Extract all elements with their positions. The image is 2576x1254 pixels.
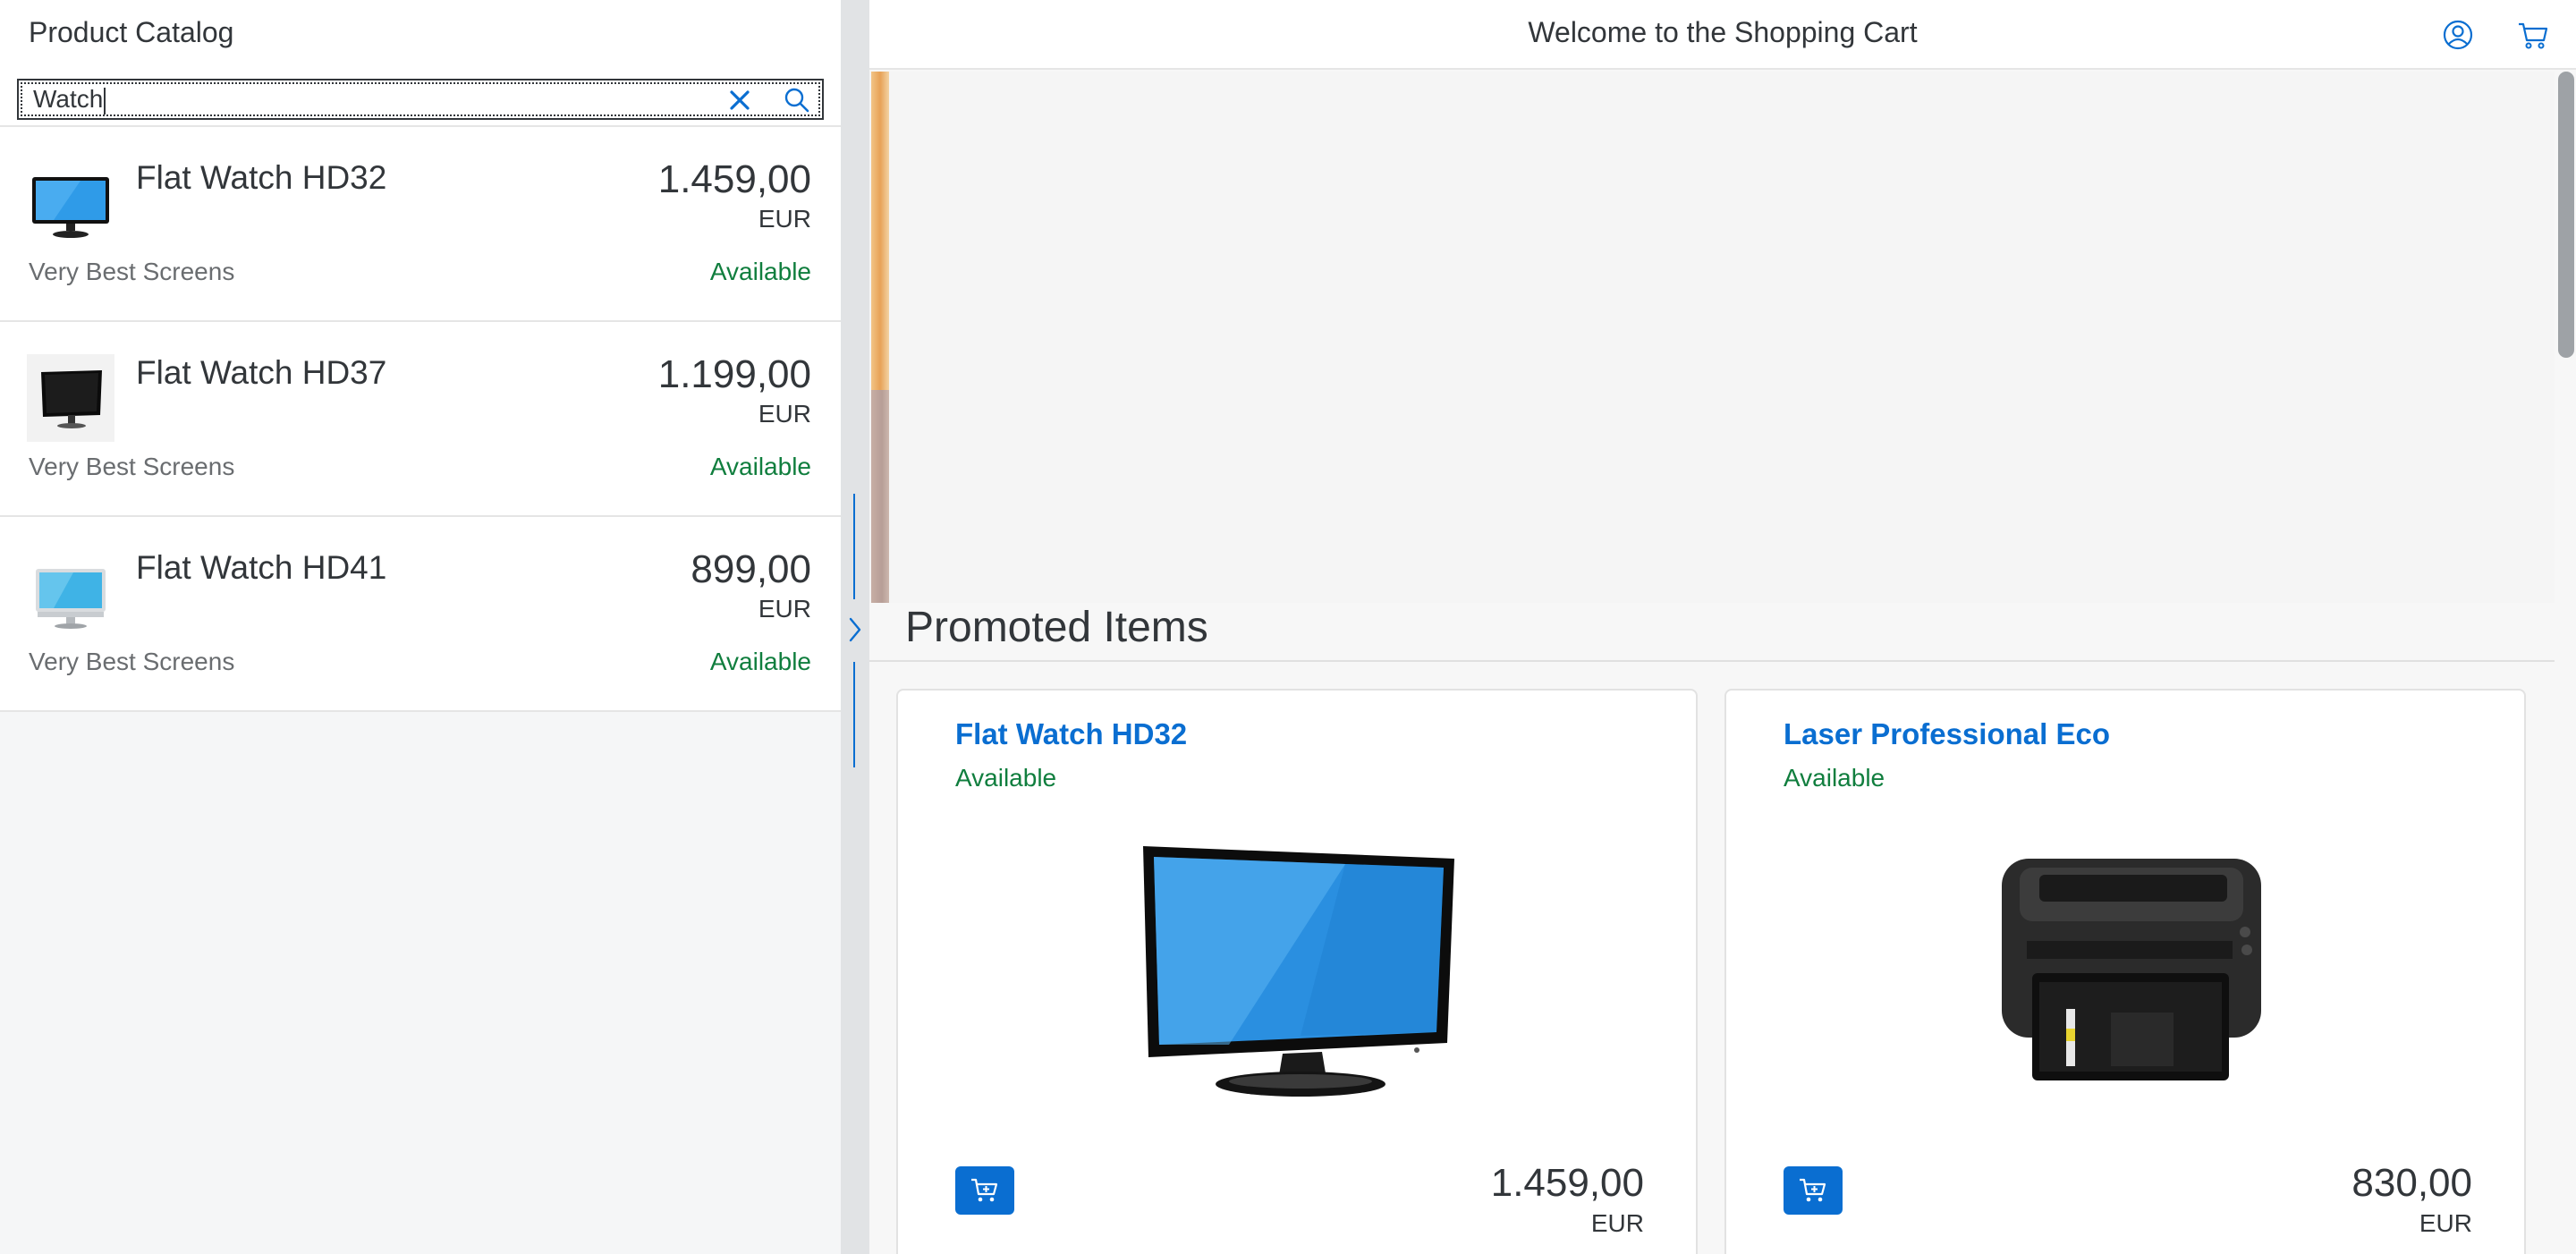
search-input[interactable]: Watch	[33, 80, 713, 118]
image-carousel[interactable]	[869, 72, 2555, 603]
detail-panel: Welcome to the Shopping Cart Promoted It…	[869, 0, 2576, 1254]
scrollbar[interactable]	[2555, 70, 2576, 1254]
chevron-right-icon[interactable]	[843, 610, 868, 649]
monitor-image-icon	[1143, 846, 1454, 1097]
promoted-item-currency: EUR	[1590, 1209, 1644, 1237]
user-avatar-icon[interactable]	[2440, 17, 2476, 53]
monitor-thumbnail-icon	[32, 177, 109, 238]
divider	[869, 660, 2555, 662]
status-text: Available	[709, 258, 811, 285]
list-item[interactable]: Flat Watch HD37 1.199,00 EUR Very Best S…	[0, 322, 841, 517]
product-currency: EUR	[758, 595, 811, 623]
status-text: Available	[709, 453, 811, 480]
status-text: Available	[955, 764, 1057, 792]
master-panel: Product Catalog Watch Flat Watch HD32 1.…	[0, 0, 841, 1254]
split-container-bar[interactable]	[841, 0, 869, 1254]
product-supplier: Very Best Screens	[29, 258, 235, 285]
product-price: 899,00	[691, 547, 811, 591]
promoted-item-price: 1.459,00	[1490, 1161, 1644, 1205]
text-caret	[104, 87, 106, 114]
search-icon[interactable]	[783, 86, 811, 114]
promoted-item-card[interactable]: Laser Professional Eco Available 830,00 …	[1724, 689, 2526, 1254]
product-name: Flat Watch HD32	[136, 159, 387, 196]
product-name: Flat Watch HD41	[136, 549, 387, 586]
product-currency: EUR	[758, 400, 811, 428]
splitter-grip-line	[853, 662, 855, 767]
detail-header: Welcome to the Shopping Cart	[869, 0, 2576, 70]
add-to-cart-button[interactable]	[1784, 1166, 1843, 1215]
page-title: Product Catalog	[29, 16, 234, 48]
product-price: 1.199,00	[657, 352, 811, 396]
product-price: 1.459,00	[657, 157, 811, 201]
printer-image-icon	[2002, 859, 2261, 1080]
promoted-items-heading: Promoted Items	[905, 604, 1208, 651]
list-item[interactable]: Flat Watch HD41 899,00 EUR Very Best Scr…	[0, 517, 841, 712]
carousel-image-edge	[871, 390, 889, 603]
search-input-value: Watch	[33, 85, 104, 113]
master-header: Product Catalog	[0, 0, 841, 70]
promoted-item-link[interactable]: Flat Watch HD32	[955, 717, 1187, 751]
product-supplier: Very Best Screens	[29, 453, 235, 480]
scrollbar-thumb[interactable]	[2558, 72, 2574, 358]
monitor-thumbnail-icon	[36, 569, 106, 629]
status-text: Available	[1784, 764, 1885, 792]
promoted-item-link[interactable]: Laser Professional Eco	[1784, 717, 2110, 751]
promoted-item-currency: EUR	[2419, 1209, 2472, 1237]
promoted-item-card[interactable]: Flat Watch HD32 Available 1.459,00 EUR	[896, 689, 1698, 1254]
detail-title: Welcome to the Shopping Cart	[1528, 16, 1918, 48]
product-supplier: Very Best Screens	[29, 648, 235, 675]
product-list: Flat Watch HD32 1.459,00 EUR Very Best S…	[0, 127, 841, 712]
status-text: Available	[709, 648, 811, 675]
list-item[interactable]: Flat Watch HD32 1.459,00 EUR Very Best S…	[0, 127, 841, 322]
product-name: Flat Watch HD37	[136, 354, 387, 391]
add-to-cart-icon	[971, 1178, 998, 1202]
carousel-image-edge	[871, 72, 889, 390]
add-to-cart-icon	[1800, 1178, 1826, 1202]
clear-icon[interactable]	[725, 86, 754, 114]
add-to-cart-button[interactable]	[955, 1166, 1014, 1215]
cart-icon[interactable]	[2515, 17, 2551, 53]
search-field[interactable]: Watch	[17, 79, 824, 120]
splitter-grip-line	[853, 494, 855, 599]
product-currency: EUR	[758, 205, 811, 233]
promoted-item-price: 830,00	[2351, 1161, 2472, 1205]
search-bar: Watch	[0, 70, 841, 127]
monitor-thumbnail-icon	[27, 354, 114, 442]
